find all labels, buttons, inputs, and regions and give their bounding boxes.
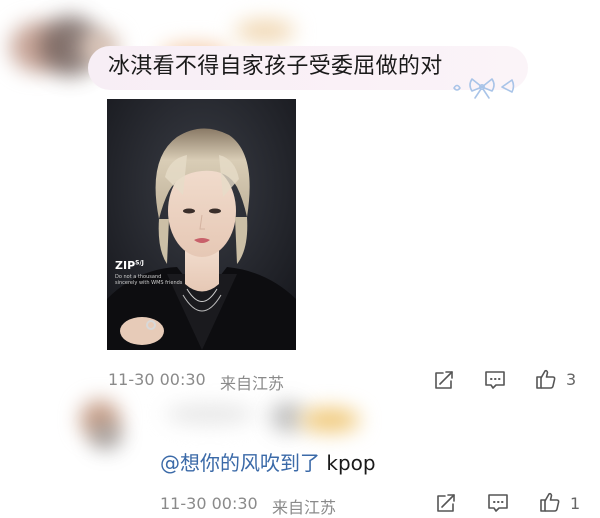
photo-caption-text: Do not a thousand sincerely with WMS fri… [115, 274, 183, 286]
comment-text: 冰淇看不得自家孩子受委屈做的对 [108, 54, 443, 79]
like-count: 3 [566, 370, 577, 389]
reply-share-icon[interactable] [434, 491, 458, 515]
photo-logo-text: ZIPS/J [115, 259, 144, 272]
like-icon[interactable] [534, 367, 558, 391]
portrait-illustration [107, 99, 296, 350]
replier-identity-blurred[interactable] [70, 392, 370, 452]
reply-location: 来自江苏 [272, 498, 337, 517]
reply-timestamp: 11-30 00:30 [160, 494, 258, 513]
bow-icon [453, 78, 515, 99]
reply-body: kpop [320, 451, 376, 475]
comment-icon[interactable] [483, 368, 507, 392]
share-icon[interactable] [432, 368, 456, 392]
comment-timestamp: 11-30 00:30 [108, 370, 206, 389]
reply-comment-icon[interactable] [486, 491, 510, 515]
reply-text: @想你的风吹到了 kpop [160, 449, 376, 477]
reply-like-count: 1 [570, 494, 581, 513]
comment-image[interactable]: ZIPS/J Do not a thousand sincerely with … [107, 99, 296, 350]
comment-location: 来自江苏 [220, 374, 285, 393]
reply-mention-link[interactable]: @想你的风吹到了 [160, 451, 320, 475]
reply-like-icon[interactable] [538, 490, 562, 514]
